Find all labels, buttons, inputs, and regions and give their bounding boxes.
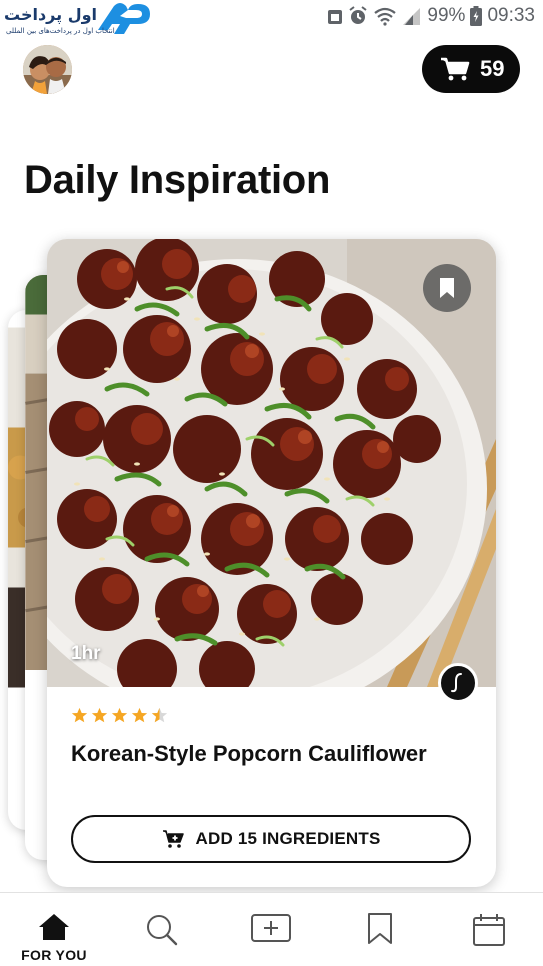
svg-text:اول پرداخت: اول پرداخت — [4, 5, 97, 25]
recipe-card[interactable]: 1hr Korean-Style Popcorn Cauliflower ADD… — [47, 239, 496, 887]
add-ingredients-button[interactable]: ADD 15 INGREDIENTS — [71, 815, 471, 863]
nav-saved[interactable] — [335, 893, 425, 966]
rating-stars — [71, 707, 168, 724]
nav-search[interactable] — [117, 893, 207, 966]
wifi-icon — [374, 7, 397, 26]
recipe-title[interactable]: Korean-Style Popcorn Cauliflower — [71, 741, 427, 767]
svg-text:انتخاب اول در پرداخت‌های بین ا: انتخاب اول در پرداخت‌های بین المللی — [6, 27, 115, 35]
nav-for-you[interactable]: FOR YOU — [9, 893, 99, 966]
add-icon — [251, 914, 291, 942]
alarm-icon — [349, 6, 368, 24]
nav-for-you-label: FOR YOU — [21, 947, 87, 963]
cart-count: 59 — [480, 56, 505, 81]
star-half-icon — [151, 707, 168, 723]
avatar-photo — [23, 45, 72, 94]
status-indicators: 99% 09:33 — [327, 5, 535, 27]
bookmark-icon — [368, 913, 392, 944]
add-ingredients-label: ADD 15 INGREDIENTS — [195, 829, 381, 848]
nav-add[interactable] — [226, 893, 316, 966]
calendar-icon — [473, 914, 505, 946]
nav-planner[interactable] — [444, 893, 534, 966]
cart-add-icon — [162, 830, 184, 848]
bookmark-icon — [440, 278, 454, 298]
card-bookmark-button[interactable] — [423, 264, 471, 312]
status-clock: 09:33 — [487, 5, 535, 26]
battery-percent: 99% — [427, 5, 466, 26]
recipe-photo — [47, 239, 496, 687]
cook-time: 1hr — [71, 643, 101, 664]
status-bar: اول پرداخت انتخاب اول در پرداخت‌های بین … — [0, 0, 543, 35]
search-icon — [147, 915, 178, 946]
source-logo-icon — [451, 673, 462, 693]
watermark-logo: اول پرداخت انتخاب اول در پرداخت‌های بین … — [4, 3, 150, 35]
page-title: Daily Inspiration — [24, 158, 331, 202]
star-full-icon — [131, 707, 148, 723]
star-full-icon — [111, 707, 128, 723]
recipe-image — [47, 239, 496, 687]
star-full-icon — [91, 707, 108, 723]
cart-button[interactable]: 59 — [422, 45, 520, 93]
signal-icon — [403, 8, 421, 25]
cart-icon — [441, 57, 470, 81]
home-icon — [39, 914, 69, 940]
battery-icon — [470, 6, 483, 26]
screenshot-icon — [328, 10, 343, 24]
source-logo[interactable] — [438, 663, 478, 703]
bottom-nav: FOR YOU — [0, 892, 543, 966]
star-full-icon — [71, 707, 88, 723]
user-avatar[interactable] — [23, 45, 72, 94]
